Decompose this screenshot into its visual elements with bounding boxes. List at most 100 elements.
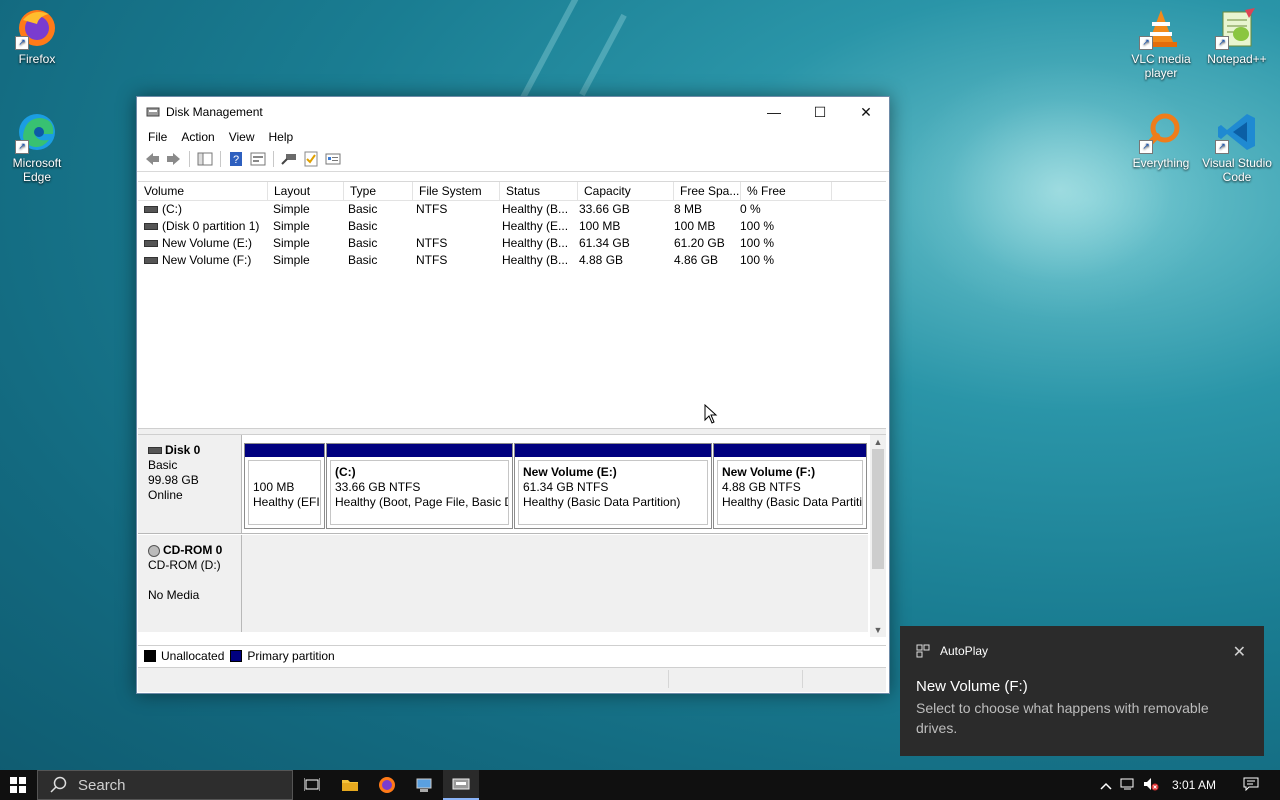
- taskbar-app-tools[interactable]: [406, 770, 442, 800]
- desktop-icon-everything[interactable]: ↗ Everything: [1126, 110, 1196, 170]
- disk-info-cdrom[interactable]: CD-ROM 0 CD-ROM (D:) No Media: [138, 535, 242, 632]
- close-button[interactable]: ✕: [843, 97, 889, 127]
- layout-cell: Simple: [273, 253, 310, 267]
- column-header-free-space[interactable]: Free Spa...: [674, 182, 741, 200]
- partition-bar: [245, 444, 324, 457]
- partition-name: New Volume (F:): [722, 465, 816, 479]
- help-icon[interactable]: ?: [225, 149, 247, 169]
- window-title: Disk Management: [166, 105, 263, 119]
- maximize-button[interactable]: ☐: [797, 97, 843, 127]
- disk-state: No Media: [148, 588, 200, 602]
- capacity-cell: 4.88 GB: [579, 253, 624, 267]
- task-view-button[interactable]: [294, 770, 330, 800]
- layout-cell: Simple: [273, 219, 310, 233]
- computer-management-icon: [416, 778, 432, 792]
- column-header-file-system[interactable]: File System: [413, 182, 500, 200]
- scroll-down-arrow-icon[interactable]: ▼: [870, 623, 886, 637]
- free-space-cell: 61.20 GB: [674, 236, 725, 250]
- forward-arrow-icon[interactable]: [163, 149, 185, 169]
- free-space-cell: 8 MB: [674, 202, 703, 216]
- connect-icon[interactable]: [278, 149, 300, 169]
- taskbar-disk-management[interactable]: [443, 770, 479, 800]
- partition-f[interactable]: New Volume (F:) 4.88 GB NTFS Healthy (Ba…: [713, 443, 867, 529]
- chevron-up-icon[interactable]: [1096, 777, 1116, 793]
- network-icon[interactable]: [1116, 777, 1140, 794]
- cd-icon: [148, 544, 160, 557]
- scroll-thumb[interactable]: [872, 449, 884, 569]
- firefox-icon: [379, 777, 395, 793]
- status-divider: [802, 670, 803, 688]
- partition-size: 4.88 GB NTFS: [722, 480, 801, 494]
- disk-type: Basic: [148, 458, 178, 472]
- column-header-type[interactable]: Type: [344, 182, 413, 200]
- desktop-icon-notepadpp[interactable]: ↗ Notepad++: [1202, 6, 1272, 66]
- autoplay-notification[interactable]: AutoPlay ✕ New Volume (F:) Select to cho…: [900, 626, 1264, 756]
- volume-cell: (C:): [138, 201, 267, 218]
- partition-name: [253, 465, 320, 480]
- legend-swatch-primary: [230, 649, 243, 662]
- properties-icon[interactable]: [247, 149, 269, 169]
- table-row[interactable]: (Disk 0 partition 1) Simple Basic Health…: [138, 218, 886, 235]
- file-system-cell: NTFS: [416, 202, 448, 216]
- start-button[interactable]: [0, 770, 36, 800]
- disk-row-cdrom: CD-ROM 0 CD-ROM (D:) No Media: [138, 535, 868, 632]
- taskbar-firefox[interactable]: [369, 770, 405, 800]
- disk-icon: [148, 447, 162, 455]
- disk-type: CD-ROM (D:): [148, 558, 221, 572]
- partition-details: New Volume (F:) 4.88 GB NTFS Healthy (Ba…: [717, 460, 863, 525]
- volume-cell: New Volume (E:): [138, 235, 267, 252]
- percent-free-cell: 100 %: [740, 219, 775, 233]
- volume-cell: New Volume (F:): [138, 252, 267, 269]
- free-space-cell: 4.86 GB: [674, 253, 719, 267]
- partition-status: Healthy (EFI: [253, 495, 320, 509]
- disk-row-disk0: Disk 0 Basic 99.98 GB Online 100 MB Heal…: [138, 435, 868, 533]
- disk-info-disk0[interactable]: Disk 0 Basic 99.98 GB Online: [138, 435, 242, 533]
- table-row[interactable]: New Volume (F:) Simple Basic NTFS Health…: [138, 252, 886, 269]
- column-header-layout[interactable]: Layout: [268, 182, 344, 200]
- scroll-up-arrow-icon[interactable]: ▲: [870, 435, 886, 449]
- console-tree-icon[interactable]: [194, 149, 216, 169]
- volume-name: New Volume (E:): [162, 236, 253, 250]
- table-row[interactable]: New Volume (E:) Simple Basic NTFS Health…: [138, 235, 886, 252]
- clock[interactable]: 3:01 AM: [1172, 778, 1236, 792]
- title-bar[interactable]: Disk Management — ☐ ✕: [137, 97, 889, 127]
- disk-name: Disk 0: [165, 443, 201, 457]
- file-system-cell: [410, 218, 496, 235]
- pane-splitter[interactable]: [138, 428, 886, 435]
- column-header-status[interactable]: Status: [500, 182, 578, 200]
- desktop-icon-firefox[interactable]: ↗ Firefox: [2, 6, 72, 66]
- graph-scrollbar[interactable]: ▲ ▼: [870, 435, 886, 637]
- column-header-capacity[interactable]: Capacity: [578, 182, 674, 200]
- back-arrow-icon[interactable]: [141, 149, 163, 169]
- layout-cell: Simple: [273, 236, 310, 250]
- column-header-percent-free[interactable]: % Free: [741, 182, 832, 200]
- disk-row-divider: [138, 533, 868, 534]
- partition-e[interactable]: New Volume (E:) 61.34 GB NTFS Healthy (B…: [514, 443, 712, 529]
- desktop-icon-edge[interactable]: ↗ Microsoft Edge: [2, 110, 72, 184]
- type-cell: Basic: [348, 219, 378, 233]
- toast-close-button[interactable]: ✕: [1233, 642, 1246, 662]
- action-center-icon[interactable]: [1236, 777, 1266, 794]
- volume-list: Volume Layout Type File System Status Ca…: [138, 181, 886, 428]
- percent-free-cell: 0 %: [740, 202, 761, 216]
- desktop-icon-vlc[interactable]: ↗ VLC media player: [1126, 6, 1196, 80]
- table-row[interactable]: (C:) Simple Basic NTFS Healthy (B... 33.…: [138, 201, 886, 218]
- menu-file[interactable]: File: [141, 130, 174, 144]
- settings-icon[interactable]: [322, 149, 344, 169]
- autoplay-icon: [916, 644, 930, 658]
- taskbar-file-explorer[interactable]: [332, 770, 368, 800]
- volume-icon: [144, 223, 158, 231]
- volume-muted-icon[interactable]: [1140, 777, 1162, 794]
- desktop-icon-vscode[interactable]: ↗ Visual Studio Code: [1202, 110, 1272, 184]
- menu-action[interactable]: Action: [174, 130, 221, 144]
- checklist-icon[interactable]: [300, 149, 322, 169]
- volume-name: (C:): [162, 202, 182, 216]
- menu-view[interactable]: View: [222, 130, 262, 144]
- partition-c[interactable]: (C:) 33.66 GB NTFS Healthy (Boot, Page F…: [326, 443, 513, 529]
- partition-efi[interactable]: 100 MB Healthy (EFI: [244, 443, 325, 529]
- taskbar-search-box[interactable]: Search: [37, 770, 293, 800]
- menu-help[interactable]: Help: [262, 130, 301, 144]
- firefox-icon: ↗: [15, 6, 59, 50]
- minimize-button[interactable]: —: [751, 97, 797, 127]
- column-header-volume[interactable]: Volume: [138, 182, 268, 200]
